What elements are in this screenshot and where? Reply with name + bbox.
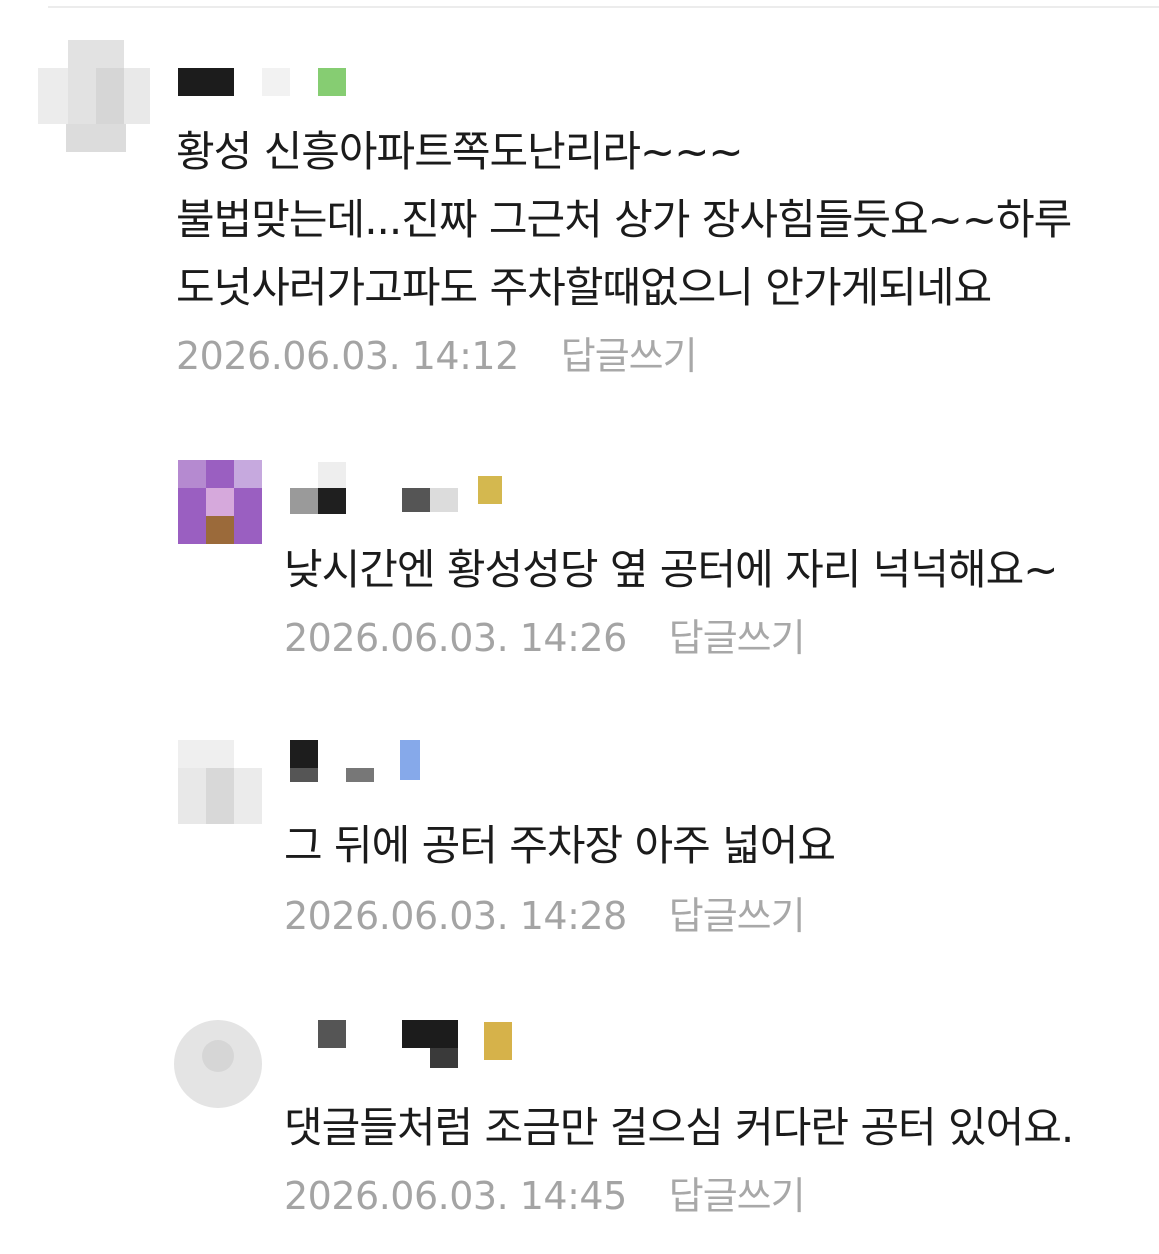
reply-button[interactable]: 답글쓰기 [669, 614, 806, 662]
comment-body: 그 뒤에 공터 주차장 아주 넓어요 [284, 812, 836, 880]
comment-date: 2026.06.03. 14:45 [284, 1174, 627, 1218]
top-divider [48, 6, 1159, 8]
comment-body: 댓글들처럼 조금만 걸으심 커다란 공터 있어요. [284, 1094, 1074, 1162]
author-name-redacted[interactable] [290, 740, 450, 782]
avatar[interactable] [178, 740, 262, 824]
comment-line: 낮시간엔 황성성당 옆 공터에 자리 넉넉해요~ [284, 545, 1058, 594]
comment-line: 그 뒤에 공터 주차장 아주 넓어요 [284, 821, 836, 870]
comment-line: 황성 신흥아파트쪽도난리라~~~ [176, 127, 744, 176]
reply-button[interactable]: 답글쓰기 [561, 332, 698, 380]
grade-badge-icon [478, 476, 502, 504]
reply-button[interactable]: 답글쓰기 [669, 892, 806, 940]
comment-date: 2026.06.03. 14:12 [176, 334, 519, 378]
comment-line: 댓글들처럼 조금만 걸으심 커다란 공터 있어요. [284, 1103, 1074, 1152]
reply-button[interactable]: 답글쓰기 [669, 1172, 806, 1220]
grade-badge-icon [400, 740, 420, 780]
grade-badge-icon [484, 1022, 512, 1060]
comment-body: 낮시간엔 황성성당 옆 공터에 자리 넉넉해요~ [284, 536, 1058, 604]
author-name-redacted[interactable] [290, 1020, 530, 1068]
comment-date: 2026.06.03. 14:28 [284, 894, 627, 938]
comment-line: 불법맞는데...진짜 그근처 상가 장사힘들듯요~~하루 [176, 195, 1072, 244]
avatar[interactable] [174, 1020, 262, 1108]
avatar[interactable] [38, 40, 150, 152]
comment-body: 황성 신흥아파트쪽도난리라~~~ 불법맞는데...진짜 그근처 상가 장사힘들듯… [176, 118, 1072, 322]
avatar[interactable] [178, 460, 262, 548]
comment-line: 도넛사러가고파도 주차할때없으니 안가게되네요 [176, 263, 992, 312]
grade-badge-icon [318, 68, 346, 96]
author-name-redacted[interactable] [290, 462, 510, 514]
author-name-redacted[interactable] [178, 68, 378, 108]
comment-date: 2026.06.03. 14:26 [284, 616, 627, 660]
